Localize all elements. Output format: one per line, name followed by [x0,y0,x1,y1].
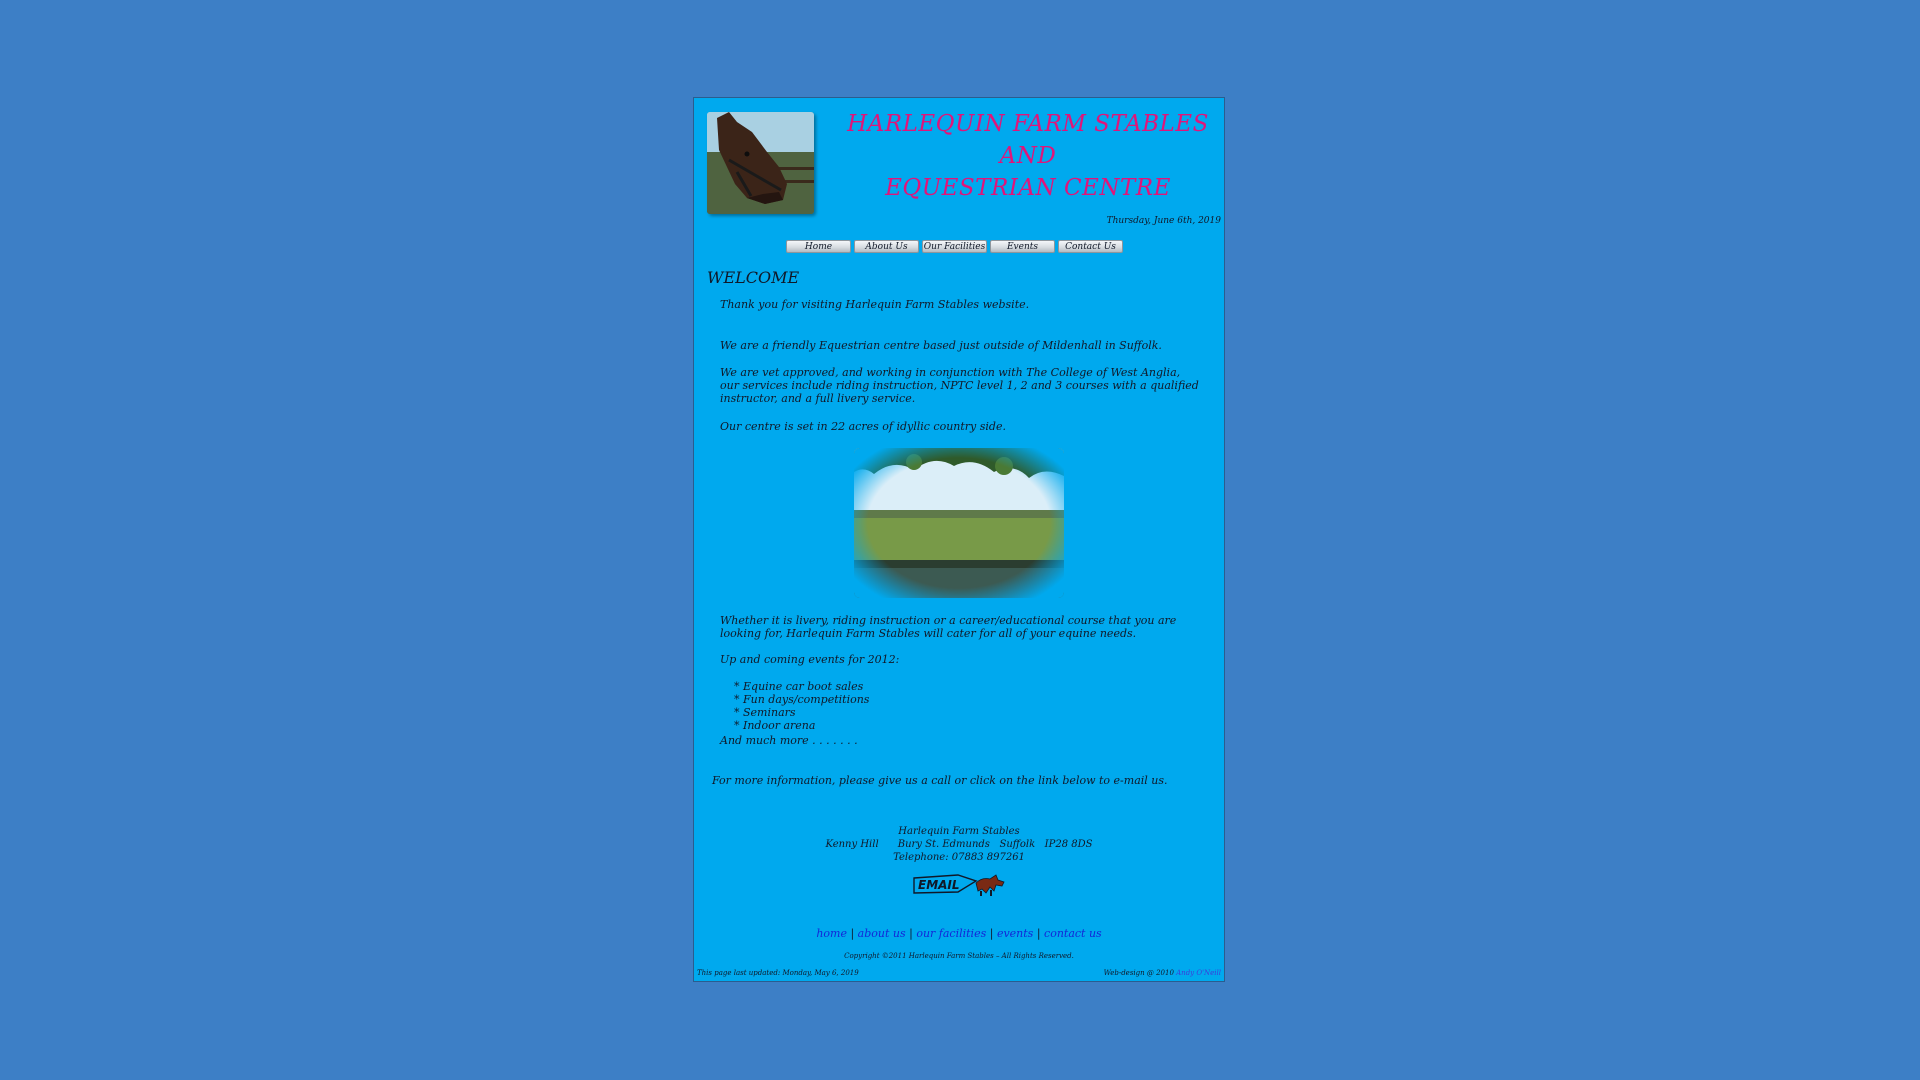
footer-separator: | [905,927,917,940]
copyright-text: Copyright ©2011 Harlequin Farm Stables –… [844,952,1074,960]
location-paragraph: We are a friendly Equestrian centre base… [720,339,1162,352]
designer-link[interactable]: Andy O'Neill [1176,969,1221,977]
acres-paragraph: Our centre is set in 22 acres of idyllic… [720,420,1006,433]
footer-separator: | [846,927,858,940]
horse-head-photo [707,112,814,214]
event-item: * Indoor arena [734,719,816,732]
address-block: Harlequin Farm Stables Kenny Hill Bury S… [694,825,1224,864]
footer-link-our-facilities[interactable]: our facilities [916,927,986,940]
events-list: * Equine car boot sales * Fun days/compe… [734,680,869,732]
site-title-line-3: EQUESTRIAN CENTRE [885,175,1171,201]
services-paragraph: We are vet approved, and working in conj… [720,366,1199,405]
web-design-prefix: Web-design @ 2010 [1103,969,1177,977]
events-intro: Up and coming events for 2012: [720,653,900,666]
footer-separator: | [986,927,997,940]
site-title-line-1: HARLEQUIN FARM STABLES [847,111,1209,137]
email-button[interactable]: EMAIL [910,871,1006,897]
last-updated-text: This page last updated: Monday, May 6, 2… [697,969,859,977]
footer-separator: | [1033,927,1045,940]
more-info-paragraph: For more information, please give us a c… [712,774,1168,787]
intro-paragraph: Thank you for visiting Harlequin Farm St… [720,298,1030,311]
horse-head-icon [707,112,814,214]
nav-home-button[interactable]: Home [786,240,851,253]
nav-about-us-button[interactable]: About Us [854,240,919,253]
nav-contact-us-button[interactable]: Contact Us [1058,240,1123,253]
footer-link-home[interactable]: home [816,927,847,940]
much-more-text: And much more . . . . . . . [720,734,858,747]
footer-link-contact-us[interactable]: contact us [1044,927,1102,940]
current-date: Thursday, June 6th, 2019 [1106,216,1221,226]
site-title: HARLEQUIN FARM STABLES AND EQUESTRIAN CE… [832,108,1224,204]
address-phone: Telephone: 07883 897261 [893,852,1025,863]
event-item: * Fun days/competitions [734,693,870,706]
address-street: Kenny Hill Bury St. Edmunds Suffolk IP28… [825,839,1093,850]
main-nav: Home About Us Our Facilities Events Cont… [786,240,1123,253]
event-item: * Equine car boot sales [734,680,864,693]
field-landscape-icon [854,448,1064,598]
web-design-credit: Web-design @ 2010 Andy O'Neill [1104,969,1221,977]
field-photo [854,448,1064,598]
email-label: EMAIL [918,878,960,892]
page-frame: HARLEQUIN FARM STABLES AND EQUESTRIAN CE… [693,97,1225,982]
event-item: * Seminars [734,706,796,719]
needs-paragraph: Whether it is livery, riding instruction… [720,614,1177,640]
welcome-heading: WELCOME [707,268,800,287]
footer-link-events[interactable]: events [997,927,1033,940]
footer-links: home | about us | our facilities | event… [694,927,1224,940]
email-horse-icon: EMAIL [913,874,1005,896]
footer-link-about-us[interactable]: about us [858,927,906,940]
nav-events-button[interactable]: Events [990,240,1055,253]
nav-our-facilities-button[interactable]: Our Facilities [922,240,987,253]
site-title-line-2: AND [999,143,1057,169]
address-name: Harlequin Farm Stables [898,826,1020,837]
